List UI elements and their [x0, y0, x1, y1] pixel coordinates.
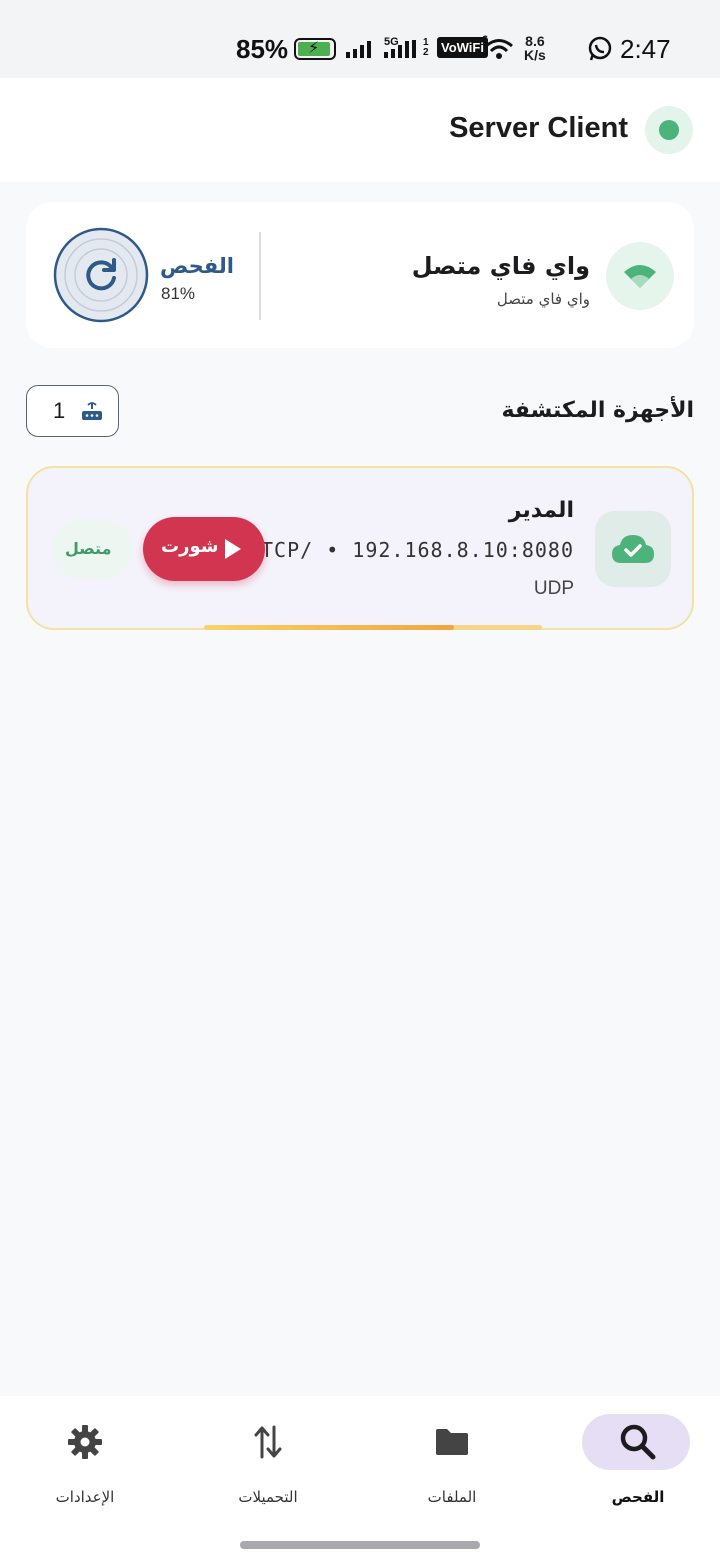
scan-progress-ring[interactable]	[52, 226, 150, 324]
nav-item-scan[interactable]: الفحص	[578, 1414, 698, 1524]
gear-icon	[25, 1422, 145, 1462]
scan-percent: 81%	[161, 284, 196, 303]
network-speed: 8.6 K/s	[524, 33, 546, 63]
connected-status-badge: متصل	[52, 519, 132, 579]
transfer-arrows-icon	[208, 1422, 328, 1462]
connection-status-indicator	[645, 106, 693, 154]
scan-title: الفحص	[160, 254, 234, 278]
device-count-chip[interactable]: 1	[26, 385, 119, 437]
wifi-status-subtitle: واي فاي متصل	[496, 290, 590, 308]
nav-item-settings[interactable]: الإعدادات	[25, 1414, 145, 1524]
play-icon	[225, 539, 241, 559]
shout-button[interactable]: شورت	[143, 517, 265, 581]
device-count: 1	[53, 398, 66, 423]
search-icon	[578, 1422, 698, 1462]
folder-icon	[392, 1422, 512, 1462]
vowifi-icon: VoWiFi	[437, 37, 488, 58]
nav-item-transfers[interactable]: التحميلات	[208, 1414, 328, 1524]
nav-label-settings: الإعدادات	[55, 1488, 115, 1506]
device-progress-bar	[204, 625, 542, 630]
connected-status-label: متصل	[65, 539, 112, 558]
nav-label-transfers: التحميلات	[238, 1488, 298, 1506]
shout-button-label: شورت	[161, 536, 219, 557]
router-icon	[82, 402, 102, 420]
battery-percent: 85%	[236, 34, 289, 64]
signal-bars-icon	[346, 40, 371, 58]
wifi-icon	[624, 265, 656, 288]
wifi-status-title: واي فاي متصل	[411, 252, 590, 280]
clock: 2:47	[620, 34, 671, 64]
page-title: Server Client	[449, 112, 628, 144]
network-status-card: واي فاي متصل واي فاي متصل الفحص 81%	[26, 202, 694, 348]
device-name: المدير	[508, 498, 574, 523]
nav-label-files: الملفات	[427, 1488, 477, 1506]
device-address: TCP/ • 192.168.8.10:8080	[261, 538, 574, 562]
device-progress-fill	[204, 625, 455, 630]
whatsapp-icon	[588, 36, 612, 61]
device-icon-box	[595, 511, 671, 587]
status-dot-icon	[659, 120, 679, 140]
wifi-badge	[606, 242, 674, 310]
wifi-icon	[485, 39, 513, 59]
divider	[259, 232, 261, 320]
status-bar: 85% ⚡ 5G 1 2 VoWiFi 6 8.6 K/s 2:47	[0, 0, 720, 78]
device-protocol: UDP	[533, 578, 574, 599]
battery-charging-icon: ⚡	[294, 38, 336, 60]
sim-numbers: 1 2	[423, 37, 429, 58]
section-title-devices: الأجهزة المكتشفة	[501, 398, 694, 423]
home-indicator[interactable]	[240, 1541, 480, 1549]
nav-label-scan: الفحص	[611, 1488, 665, 1506]
nav-item-files[interactable]: الملفات	[392, 1414, 512, 1524]
bottom-navigation: الفحص الملفات التحميلات الإعدادات	[0, 1396, 720, 1563]
cloud-check-icon	[612, 535, 654, 563]
signal-bars-2-icon	[384, 40, 416, 58]
device-card[interactable]: المدير TCP/ • 192.168.8.10:8080 UDP شورت…	[26, 466, 694, 630]
